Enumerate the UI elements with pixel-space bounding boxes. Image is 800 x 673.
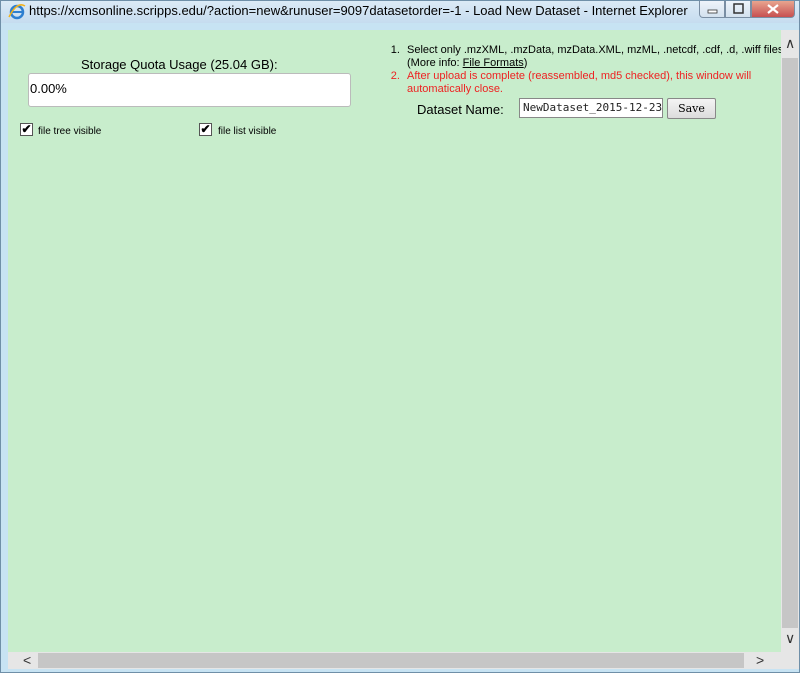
dataset-name-label: Dataset Name: [417, 102, 504, 117]
internet-explorer-icon [8, 4, 26, 20]
close-icon [767, 4, 779, 14]
storage-quota-progress: 0.00% [28, 73, 351, 107]
browser-window: https://xcmsonline.scripps.edu/?action=n… [0, 0, 800, 673]
restore-icon [733, 3, 744, 14]
scrollbar-corner [781, 652, 799, 669]
instruction-list: Select only .mzXML, .mzData, mzData.XML,… [385, 44, 781, 96]
minimize-icon [707, 9, 718, 14]
horizontal-scroll-thumb[interactable] [38, 653, 744, 668]
vertical-scrollbar[interactable]: ∧ ∨ [781, 30, 799, 652]
file-list-label: file list visible [218, 126, 277, 137]
horizontal-scrollbar[interactable]: < > [8, 652, 781, 669]
page-content: Storage Quota Usage (25.04 GB): 0.00% ✔ … [8, 30, 781, 652]
file-tree-checkbox[interactable]: ✔ [20, 123, 33, 136]
scroll-right-icon[interactable]: > [756, 653, 764, 667]
close-button[interactable] [751, 1, 795, 18]
vertical-scroll-thumb[interactable] [782, 58, 798, 628]
scroll-left-icon[interactable]: < [23, 653, 31, 667]
window-title: https://xcmsonline.scripps.edu/?action=n… [29, 3, 688, 18]
maximize-button[interactable] [725, 1, 751, 18]
scroll-up-icon[interactable]: ∧ [785, 36, 795, 50]
scroll-down-icon[interactable]: ∨ [785, 631, 795, 645]
file-tree-label: file tree visible [38, 126, 102, 137]
storage-quota-label: Storage Quota Usage (25.04 GB): [81, 57, 278, 72]
dataset-name-input[interactable]: NewDataset_2015-12-23 [519, 98, 663, 118]
instruction-item-formats: Select only .mzXML, .mzData, mzData.XML,… [403, 44, 781, 70]
file-list-checkbox[interactable]: ✔ [199, 123, 212, 136]
instruction-item-upload: After upload is complete (reassembled, m… [403, 70, 781, 96]
save-button[interactable]: Save [667, 98, 716, 119]
file-formats-link[interactable]: File Formats [463, 57, 524, 69]
title-bar: https://xcmsonline.scripps.edu/?action=n… [1, 1, 799, 23]
minimize-button[interactable] [699, 1, 725, 18]
